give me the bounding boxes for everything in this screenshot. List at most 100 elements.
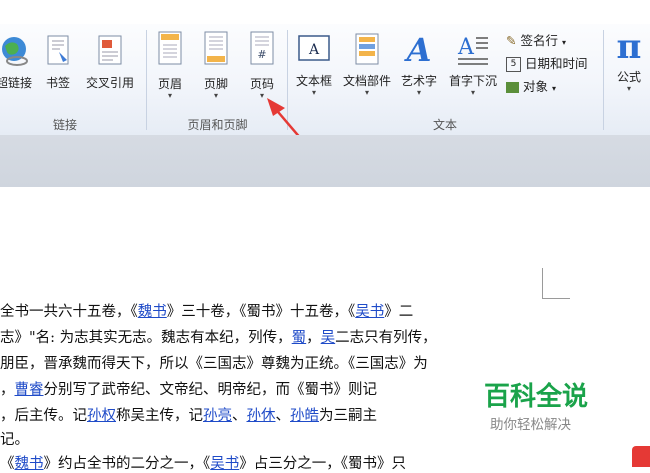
date-time-label: 日期和时间 — [524, 56, 588, 71]
wordart-icon: A — [404, 31, 432, 69]
bookmark-icon — [47, 35, 69, 65]
signature-pen-icon: ✎ — [506, 33, 517, 48]
text-run: 、 — [275, 408, 291, 424]
hyperlink-text[interactable]: 吴书 — [355, 304, 384, 320]
bookmark-button[interactable]: 书签 — [42, 34, 74, 91]
text-run: 为三嗣主 — [319, 408, 377, 424]
footer-page-icon — [204, 31, 228, 65]
svg-text:A: A — [404, 32, 432, 66]
text-run: 记。 — [0, 432, 29, 448]
text-run: ， — [306, 330, 321, 346]
page-number-label: 页码 — [249, 77, 274, 91]
text-run: 》约占全书的二分之一，《 — [43, 456, 211, 472]
watermark-title: 百科全说 — [484, 382, 589, 412]
text-run: 》三十卷，《蜀书》十五卷，《 — [166, 304, 356, 320]
object-dropdown-icon: ▾ — [551, 84, 556, 93]
watermark-subtitle: 助你轻松解决 — [490, 417, 571, 433]
document-line[interactable]: 志》"名: 为志其实无志。魏志有本纪，列传，蜀，吴二志只有列传， — [0, 326, 437, 347]
text-run: 志》"名: 为志其实无志。魏志有本纪，列传， — [0, 330, 292, 346]
document-line[interactable]: ，后主传。记孙权称吴主传，记孙亮、孙休、孙皓为三嗣主 — [0, 404, 377, 425]
hyperlink-label: 超链接 — [0, 76, 32, 90]
equation-button[interactable]: π 公式 ▾ — [607, 28, 650, 93]
calendar-icon: 5 — [506, 57, 521, 72]
hyperlink-text[interactable]: 孙权 — [87, 408, 116, 424]
wordart-label: 艺术字 — [400, 74, 437, 88]
hyperlink-text[interactable]: 孙休 — [247, 408, 276, 424]
quick-parts-icon — [355, 33, 379, 65]
equation-label: 公式 — [616, 70, 641, 84]
text-run: 二志只有列传， — [335, 330, 437, 346]
bookmark-label: 书签 — [45, 76, 70, 90]
dropcap-icon: A — [457, 35, 488, 65]
quick-parts-button[interactable]: 文档部件 ▾ — [338, 32, 396, 97]
equation-dropdown-icon: ▾ — [626, 84, 631, 93]
quick-parts-dropdown-icon: ▾ — [364, 88, 369, 97]
separator — [603, 30, 604, 130]
cross-reference-button[interactable]: 交叉引用 — [80, 34, 140, 91]
text-run: 称吴主传，记 — [116, 408, 203, 424]
svg-text:#: # — [257, 48, 266, 61]
textbox-label: 文本框 — [295, 74, 332, 88]
object-label: 对象 — [522, 79, 548, 94]
text-run: ， — [0, 382, 15, 398]
signature-line-button[interactable]: ✎ 签名行 ▾ — [506, 30, 566, 49]
cross-reference-label: 交叉引用 — [85, 76, 134, 90]
hyperlink-text[interactable]: 魏书 — [15, 456, 44, 472]
page-number-button[interactable]: # 页码 ▾ — [242, 30, 282, 100]
document-line[interactable]: ，曹睿分别写了武帝纪、文帝纪、明帝纪，而《蜀书》则记 — [0, 378, 377, 399]
hyperlink-text[interactable]: 曹睿 — [15, 382, 44, 398]
signature-dropdown-icon: ▾ — [561, 38, 566, 47]
text-run: 、 — [232, 408, 247, 424]
header-button[interactable]: 页眉 ▾ — [150, 30, 190, 100]
dropcap-label: 首字下沉 — [448, 74, 497, 88]
dropcap-dropdown-icon: ▾ — [470, 88, 475, 97]
hyperlink-text[interactable]: 吴 — [321, 330, 336, 346]
page-margin-marker — [542, 268, 570, 299]
text-run: 朋臣，晋承魏而得天下，所以《三国志》尊魏为正统。《三国志》为 — [0, 356, 428, 372]
header-label: 页眉 — [157, 77, 182, 91]
text-run: 《 — [0, 456, 15, 472]
textbox-icon: A — [298, 35, 330, 61]
hyperlink-button[interactable]: 超链接 — [0, 34, 36, 91]
wordart-button[interactable]: A 艺术字 ▾ — [396, 31, 442, 97]
group-links-label: 链接 — [52, 118, 77, 132]
svg-text:A: A — [457, 35, 475, 60]
text-run: 全书一共六十五卷，《 — [0, 304, 138, 320]
hyperlink-text[interactable]: 吴书 — [210, 456, 239, 472]
text-run: 》占三分之一，《蜀书》只 — [239, 456, 406, 472]
watermark-corner-logo — [632, 446, 650, 467]
document-line[interactable]: 记。 — [0, 428, 29, 449]
document-line[interactable]: 《魏书》约占全书的二分之一，《吴书》占三分之一，《蜀书》只 — [0, 452, 406, 473]
textbox-button[interactable]: A 文本框 ▾ — [290, 32, 338, 97]
dropcap-button[interactable]: A 首字下沉 ▾ — [443, 32, 503, 97]
hyperlink-text[interactable]: 孙亮 — [203, 408, 232, 424]
ribbon-top-strip — [0, 0, 650, 24]
footer-dropdown-icon: ▾ — [213, 91, 218, 100]
cross-reference-icon — [98, 35, 122, 65]
pi-icon: π — [616, 27, 642, 67]
object-button[interactable]: 对象 ▾ — [506, 76, 556, 95]
text-run: 分别写了武帝纪、文帝纪、明帝纪，而《蜀书》则记 — [43, 382, 378, 398]
page-number-icon: # — [250, 31, 274, 65]
ruler-band — [0, 135, 650, 188]
text-run: 》二 — [384, 304, 414, 320]
footer-label: 页脚 — [203, 77, 228, 91]
svg-text:A: A — [308, 42, 320, 58]
date-time-button[interactable]: 5 日期和时间 — [506, 53, 588, 72]
separator — [146, 30, 147, 130]
footer-button[interactable]: 页脚 ▾ — [196, 30, 236, 100]
text-run: ，后主传。记 — [0, 408, 87, 424]
hyperlink-text[interactable]: 魏书 — [138, 304, 167, 320]
document-line[interactable]: 朋臣，晋承魏而得天下，所以《三国志》尊魏为正统。《三国志》为 — [0, 352, 428, 373]
quick-parts-label: 文档部件 — [342, 74, 391, 88]
signature-line-label: 签名行 — [520, 33, 558, 48]
hyperlink-text[interactable]: 孙皓 — [290, 408, 319, 424]
group-text-label: 文本 — [432, 118, 457, 132]
header-page-icon — [158, 31, 182, 65]
header-dropdown-icon: ▾ — [167, 91, 172, 100]
object-icon — [506, 82, 519, 93]
hyperlink-text[interactable]: 蜀 — [292, 330, 307, 346]
globe-link-icon — [2, 37, 28, 66]
document-line[interactable]: 全书一共六十五卷，《魏书》三十卷，《蜀书》十五卷，《吴书》二 — [0, 300, 413, 321]
wordart-dropdown-icon: ▾ — [416, 88, 421, 97]
